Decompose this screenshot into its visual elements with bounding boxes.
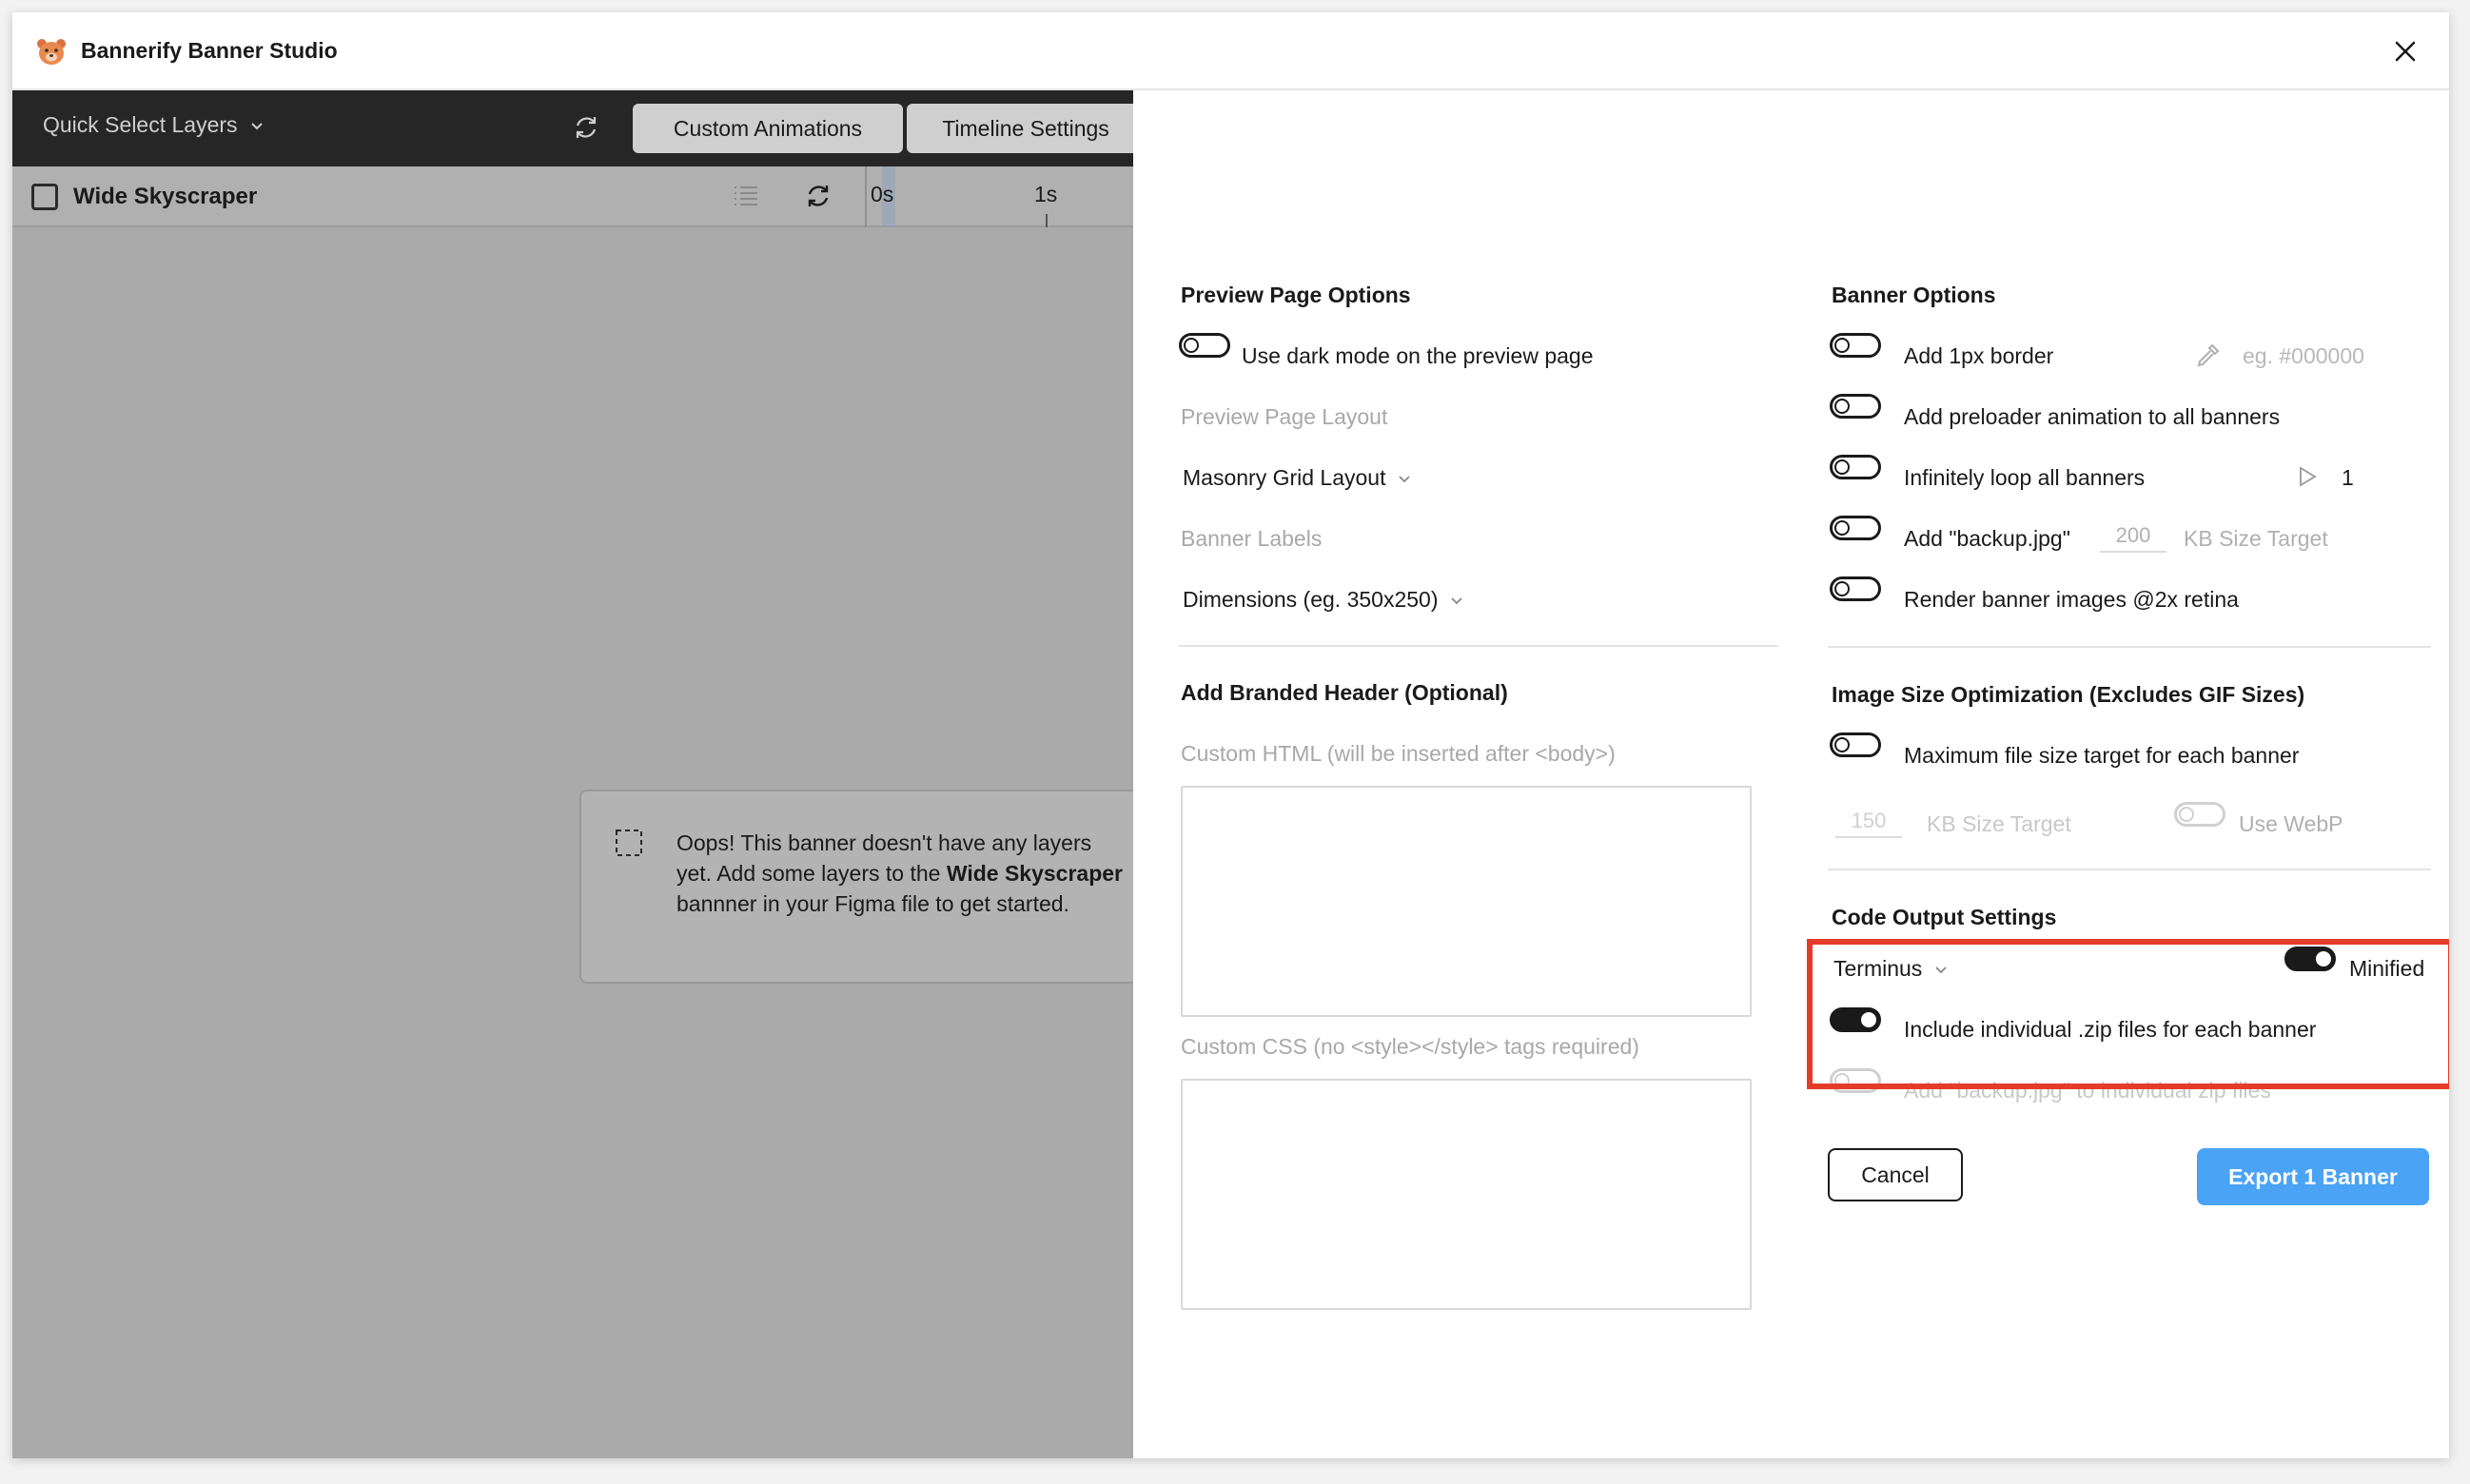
play-icon (2300, 466, 2317, 487)
close-icon[interactable] (2389, 35, 2421, 68)
banner-labels-label: Banner Labels (1181, 526, 1323, 551)
timeline-tick-label: 1s (1034, 182, 1058, 206)
plugin-window: Bannerify Banner Studio Quick Select Lay… (12, 12, 2449, 1458)
dark-mode-toggle[interactable] (1179, 333, 1230, 358)
zip-label: Include individual .zip files for each b… (1904, 1017, 2317, 1042)
dark-mode-label: Use dark mode on the preview page (1242, 343, 1594, 368)
chevron-down-icon (1935, 966, 1947, 973)
timeline-start-label: 0s (871, 182, 894, 206)
image-optimization-title: Image Size Optimization (Excludes GIF Si… (1832, 682, 2305, 707)
code-format-dropdown[interactable]: Terminus (1833, 956, 1949, 982)
max-size-unit: KB Size Target (1927, 811, 2071, 836)
backup-size-unit: KB Size Target (2184, 526, 2328, 551)
custom-css-textarea[interactable] (1181, 1079, 1752, 1310)
custom-css-label: Custom CSS (no <style></style> tags requ… (1181, 1034, 1639, 1059)
empty-message-text: Oops! This banner doesn't have any layer… (676, 828, 1124, 919)
max-size-label: Maximum file size target for each banner (1904, 743, 2300, 768)
cancel-button[interactable]: Cancel (1828, 1148, 1963, 1201)
minified-toggle[interactable] (2284, 947, 2336, 971)
minified-label: Minified (2349, 956, 2425, 981)
quick-select-label: Quick Select Layers (43, 112, 238, 137)
dashed-frame-icon (616, 830, 642, 856)
refresh-layer-icon[interactable] (802, 180, 834, 212)
border-label: Add 1px border (1904, 343, 2054, 368)
preview-options-title: Preview Page Options (1181, 283, 1411, 307)
webp-label: Use WebP (2239, 811, 2343, 836)
loop-label: Infinitely loop all banners (1904, 465, 2146, 490)
timeline-ruler[interactable]: 0s 1s (865, 166, 1133, 227)
custom-html-label: Custom HTML (will be inserted after <bod… (1181, 741, 1616, 766)
layer-checkbox[interactable] (31, 184, 58, 210)
custom-html-textarea[interactable] (1181, 786, 1752, 1017)
loop-toggle[interactable] (1830, 455, 1881, 479)
border-toggle[interactable] (1830, 333, 1881, 358)
banner-options-title: Banner Options (1832, 283, 1996, 307)
layer-toolbar: Quick Select Layers Custom Animations Ti… (12, 90, 1145, 166)
empty-text-after: bannner in your Figma file to get starte… (676, 891, 1069, 916)
divider (1179, 645, 1778, 647)
preloader-label: Add preloader animation to all banners (1904, 404, 2281, 429)
retina-toggle[interactable] (1830, 576, 1881, 601)
loop-count[interactable]: 1 (2342, 465, 2354, 491)
backup-label: Add "backup.jpg" (1904, 526, 2070, 551)
timeline-settings-button[interactable]: Timeline Settings (907, 104, 1145, 153)
layer-name: Wide Skyscraper (73, 184, 258, 209)
chevron-down-icon (250, 122, 263, 129)
title-bar: Bannerify Banner Studio (12, 12, 2449, 90)
preloader-toggle[interactable] (1830, 394, 1881, 419)
layout-value: Masonry Grid Layout (1183, 465, 1386, 490)
list-icon[interactable] (732, 182, 760, 210)
bear-logo-icon (37, 39, 66, 65)
branded-header-title: Add Branded Header (Optional) (1181, 680, 1508, 705)
divider (1828, 646, 2431, 648)
chevron-down-icon (1399, 475, 1411, 482)
banner-labels-value: Dimensions (eg. 350x250) (1183, 587, 1439, 612)
custom-animations-button[interactable]: Custom Animations (633, 104, 903, 153)
backup-size-input[interactable]: 200 (2100, 518, 2166, 553)
max-size-toggle[interactable] (1830, 732, 1881, 757)
backup-toggle[interactable] (1830, 516, 1881, 540)
empty-text-banner-name: Wide Skyscraper (946, 861, 1123, 886)
layer-row: Wide Skyscraper 0s 1s (12, 166, 1133, 227)
export-button[interactable]: Export 1 Banner (2197, 1148, 2429, 1205)
retina-label: Render banner images @2x retina (1904, 587, 2239, 612)
divider (1828, 869, 2431, 870)
window-title: Bannerify Banner Studio (81, 38, 338, 63)
border-color-input[interactable]: eg. #000000 (2243, 343, 2364, 369)
export-settings-panel: Preview Page Options Use dark mode on th… (1133, 90, 2449, 1458)
empty-layers-message: Oops! This banner doesn't have any layer… (579, 790, 1150, 984)
code-format-value: Terminus (1833, 956, 1923, 981)
code-output-title: Code Output Settings (1832, 905, 2057, 929)
chevron-down-icon (1451, 596, 1463, 604)
quick-select-layers-dropdown[interactable]: Quick Select Layers (43, 112, 265, 138)
timeline-tick (1046, 214, 1048, 227)
banner-labels-dropdown[interactable]: Dimensions (eg. 350x250) (1183, 587, 1464, 613)
webp-toggle[interactable] (2174, 802, 2225, 827)
canvas-panel: Quick Select Layers Custom Animations Ti… (12, 90, 1150, 1458)
refresh-icon[interactable] (570, 111, 602, 144)
max-size-input[interactable]: 150 (1835, 804, 1902, 838)
eyedropper-icon[interactable] (2193, 340, 2224, 370)
layout-label: Preview Page Layout (1181, 404, 1388, 429)
backup-zip-toggle[interactable] (1830, 1068, 1881, 1093)
backup-zip-label: Add "backup.jpg" to individual zip files (1904, 1078, 2271, 1103)
zip-toggle[interactable] (1830, 1007, 1881, 1032)
layout-dropdown[interactable]: Masonry Grid Layout (1183, 465, 1412, 491)
